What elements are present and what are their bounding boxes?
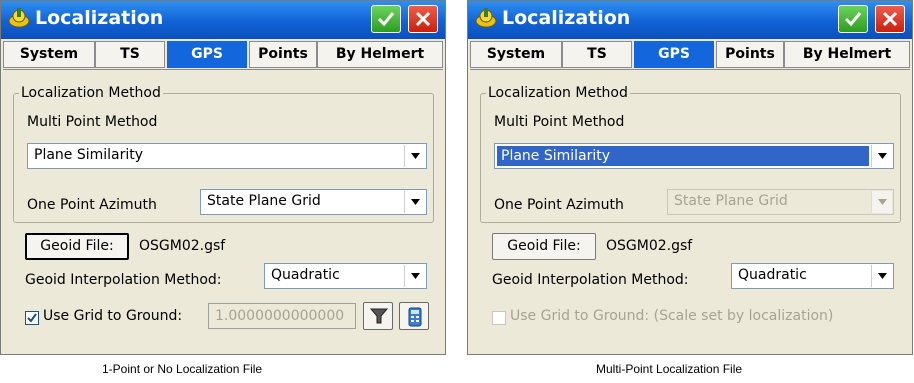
grid-ground-checkbox [492, 311, 506, 325]
interp-select[interactable]: Quadratic [264, 263, 427, 289]
close-x-icon [882, 11, 898, 27]
close-button[interactable] [875, 5, 905, 33]
tab-bar: System TS GPS Points By Helmert [3, 41, 443, 69]
ok-button[interactable] [838, 5, 868, 33]
dropdown-arrow-icon[interactable] [404, 265, 425, 287]
dropdown-arrow-icon[interactable] [404, 145, 425, 167]
caption-left: 1-Point or No Localization File [102, 362, 263, 376]
title-bar: Localization [1, 1, 445, 39]
one-point-value: State Plane Grid [674, 193, 788, 209]
localization-app-icon [8, 8, 30, 28]
interp-label: Geoid Interpolation Method: [25, 272, 222, 288]
tab-ts[interactable]: TS [95, 41, 165, 68]
geoid-file-name: OSGM02.gsf [139, 238, 226, 254]
tab-points[interactable]: Points [716, 41, 784, 68]
localization-window-right: Localization System TS GPS Points By Hel… [467, 0, 913, 355]
multi-point-select[interactable]: Plane Similarity [494, 143, 894, 169]
checkmark-icon [377, 12, 395, 27]
dropdown-arrow-icon[interactable] [871, 145, 892, 167]
one-point-select: State Plane Grid [667, 189, 894, 215]
interp-select[interactable]: Quadratic [731, 263, 894, 289]
interp-label: Geoid Interpolation Method: [492, 272, 689, 288]
tab-bar: System TS GPS Points By Helmert [470, 41, 910, 69]
tab-by-helmert[interactable]: By Helmert [784, 41, 910, 68]
ok-button[interactable] [371, 5, 401, 33]
title-bar: Localization [468, 1, 912, 39]
caption-right: Multi-Point Localization File [596, 362, 743, 376]
funnel-icon [370, 308, 388, 324]
grid-ground-label: Use Grid to Ground: (Scale set by locali… [510, 308, 834, 324]
scale-factor-field: 1.0000000000000 [208, 303, 356, 329]
one-point-value: State Plane Grid [207, 193, 321, 209]
tab-divider [470, 69, 910, 70]
dropdown-arrow-icon [871, 191, 892, 213]
multi-point-value: Plane Similarity [34, 147, 144, 163]
one-point-select[interactable]: State Plane Grid [200, 189, 427, 215]
tab-points[interactable]: Points [249, 41, 317, 68]
scale-factor-value: 1.0000000000000 [215, 308, 345, 324]
checkmark-icon [844, 12, 862, 27]
multi-point-select[interactable]: Plane Similarity [27, 143, 427, 169]
checkmark-icon [27, 313, 37, 323]
tab-gps[interactable]: GPS [167, 41, 247, 68]
group-label: Localization Method [19, 85, 163, 101]
geoid-file-button[interactable]: Geoid File: [492, 233, 596, 260]
one-point-label: One Point Azimuth [494, 197, 624, 213]
tab-divider [3, 69, 443, 70]
localization-app-icon [475, 8, 497, 28]
group-label: Localization Method [486, 85, 630, 101]
close-x-icon [415, 11, 431, 27]
tab-system[interactable]: System [470, 41, 562, 68]
grid-ground-label: Use Grid to Ground: [43, 308, 183, 324]
one-point-label: One Point Azimuth [27, 197, 157, 213]
tab-gps[interactable]: GPS [634, 41, 714, 68]
window-title: Localization [35, 7, 164, 29]
geoid-file-name: OSGM02.gsf [606, 238, 693, 254]
geoid-file-button[interactable]: Geoid File: [25, 233, 129, 260]
multi-point-label: Multi Point Method [494, 114, 625, 130]
calculator-button[interactable] [399, 302, 429, 330]
interp-value: Quadratic [738, 267, 807, 283]
close-button[interactable] [408, 5, 438, 33]
interp-value: Quadratic [271, 267, 340, 283]
filter-button[interactable] [363, 302, 393, 330]
calculator-icon [408, 307, 422, 327]
localization-window-left: Localization System TS GPS Points By Hel… [0, 0, 446, 355]
tab-by-helmert[interactable]: By Helmert [317, 41, 443, 68]
multi-point-label: Multi Point Method [27, 114, 158, 130]
dropdown-arrow-icon[interactable] [404, 191, 425, 213]
window-title: Localization [502, 7, 631, 29]
multi-point-value: Plane Similarity [497, 146, 869, 166]
grid-ground-checkbox[interactable] [25, 311, 39, 325]
tab-system[interactable]: System [3, 41, 95, 68]
tab-ts[interactable]: TS [562, 41, 632, 68]
dropdown-arrow-icon[interactable] [871, 265, 892, 287]
